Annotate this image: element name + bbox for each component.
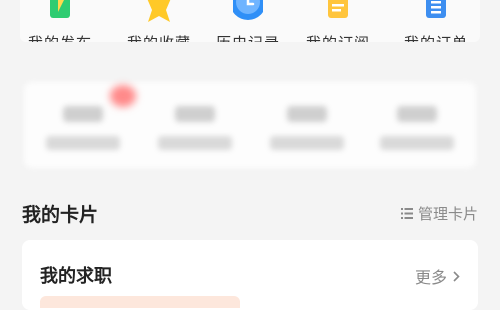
- notification-badge: [110, 85, 136, 107]
- shortcut-my-posts[interactable]: 我的发布: [20, 0, 105, 42]
- shortcut-my-favorites[interactable]: 我的收藏: [114, 0, 204, 42]
- job-preview-banner[interactable]: [40, 296, 240, 308]
- shortcut-history[interactable]: 历史记录: [203, 0, 293, 42]
- blurred-tool-item: [150, 100, 240, 160]
- shortcut-label: 我的收藏: [114, 32, 204, 42]
- list-icon: [422, 0, 450, 26]
- manage-cards-button[interactable]: 管理卡片: [400, 203, 478, 224]
- blurred-tool-item: [38, 100, 128, 160]
- section-title: 我的卡片: [22, 204, 99, 226]
- shortcut-my-orders[interactable]: 我的订单: [391, 0, 480, 42]
- shortcut-my-subscriptions[interactable]: 我的订阅: [293, 0, 383, 42]
- card-title: 我的求职: [40, 266, 112, 287]
- shortcuts-panel: 我的发布 我的收藏 历史记录 我的订阅: [20, 0, 480, 42]
- clock-icon: [230, 0, 266, 26]
- shortcut-label: 我的订单: [391, 32, 480, 42]
- chevron-right-icon: [453, 270, 460, 282]
- blurred-tools-card: [24, 82, 476, 168]
- pencil-icon: [46, 0, 74, 26]
- shortcut-label: 我的发布: [20, 32, 105, 42]
- document-icon: [324, 0, 352, 26]
- manage-cards-label: 管理卡片: [417, 205, 478, 223]
- shortcut-label: 我的订阅: [293, 32, 383, 42]
- more-link[interactable]: 更多: [415, 264, 460, 288]
- list-icon: [400, 208, 413, 219]
- shortcut-label: 历史记录: [203, 32, 293, 42]
- star-icon: [144, 0, 174, 26]
- blurred-tool-item: [372, 100, 462, 160]
- more-label: 更多: [414, 268, 447, 287]
- blurred-tool-item: [262, 100, 352, 160]
